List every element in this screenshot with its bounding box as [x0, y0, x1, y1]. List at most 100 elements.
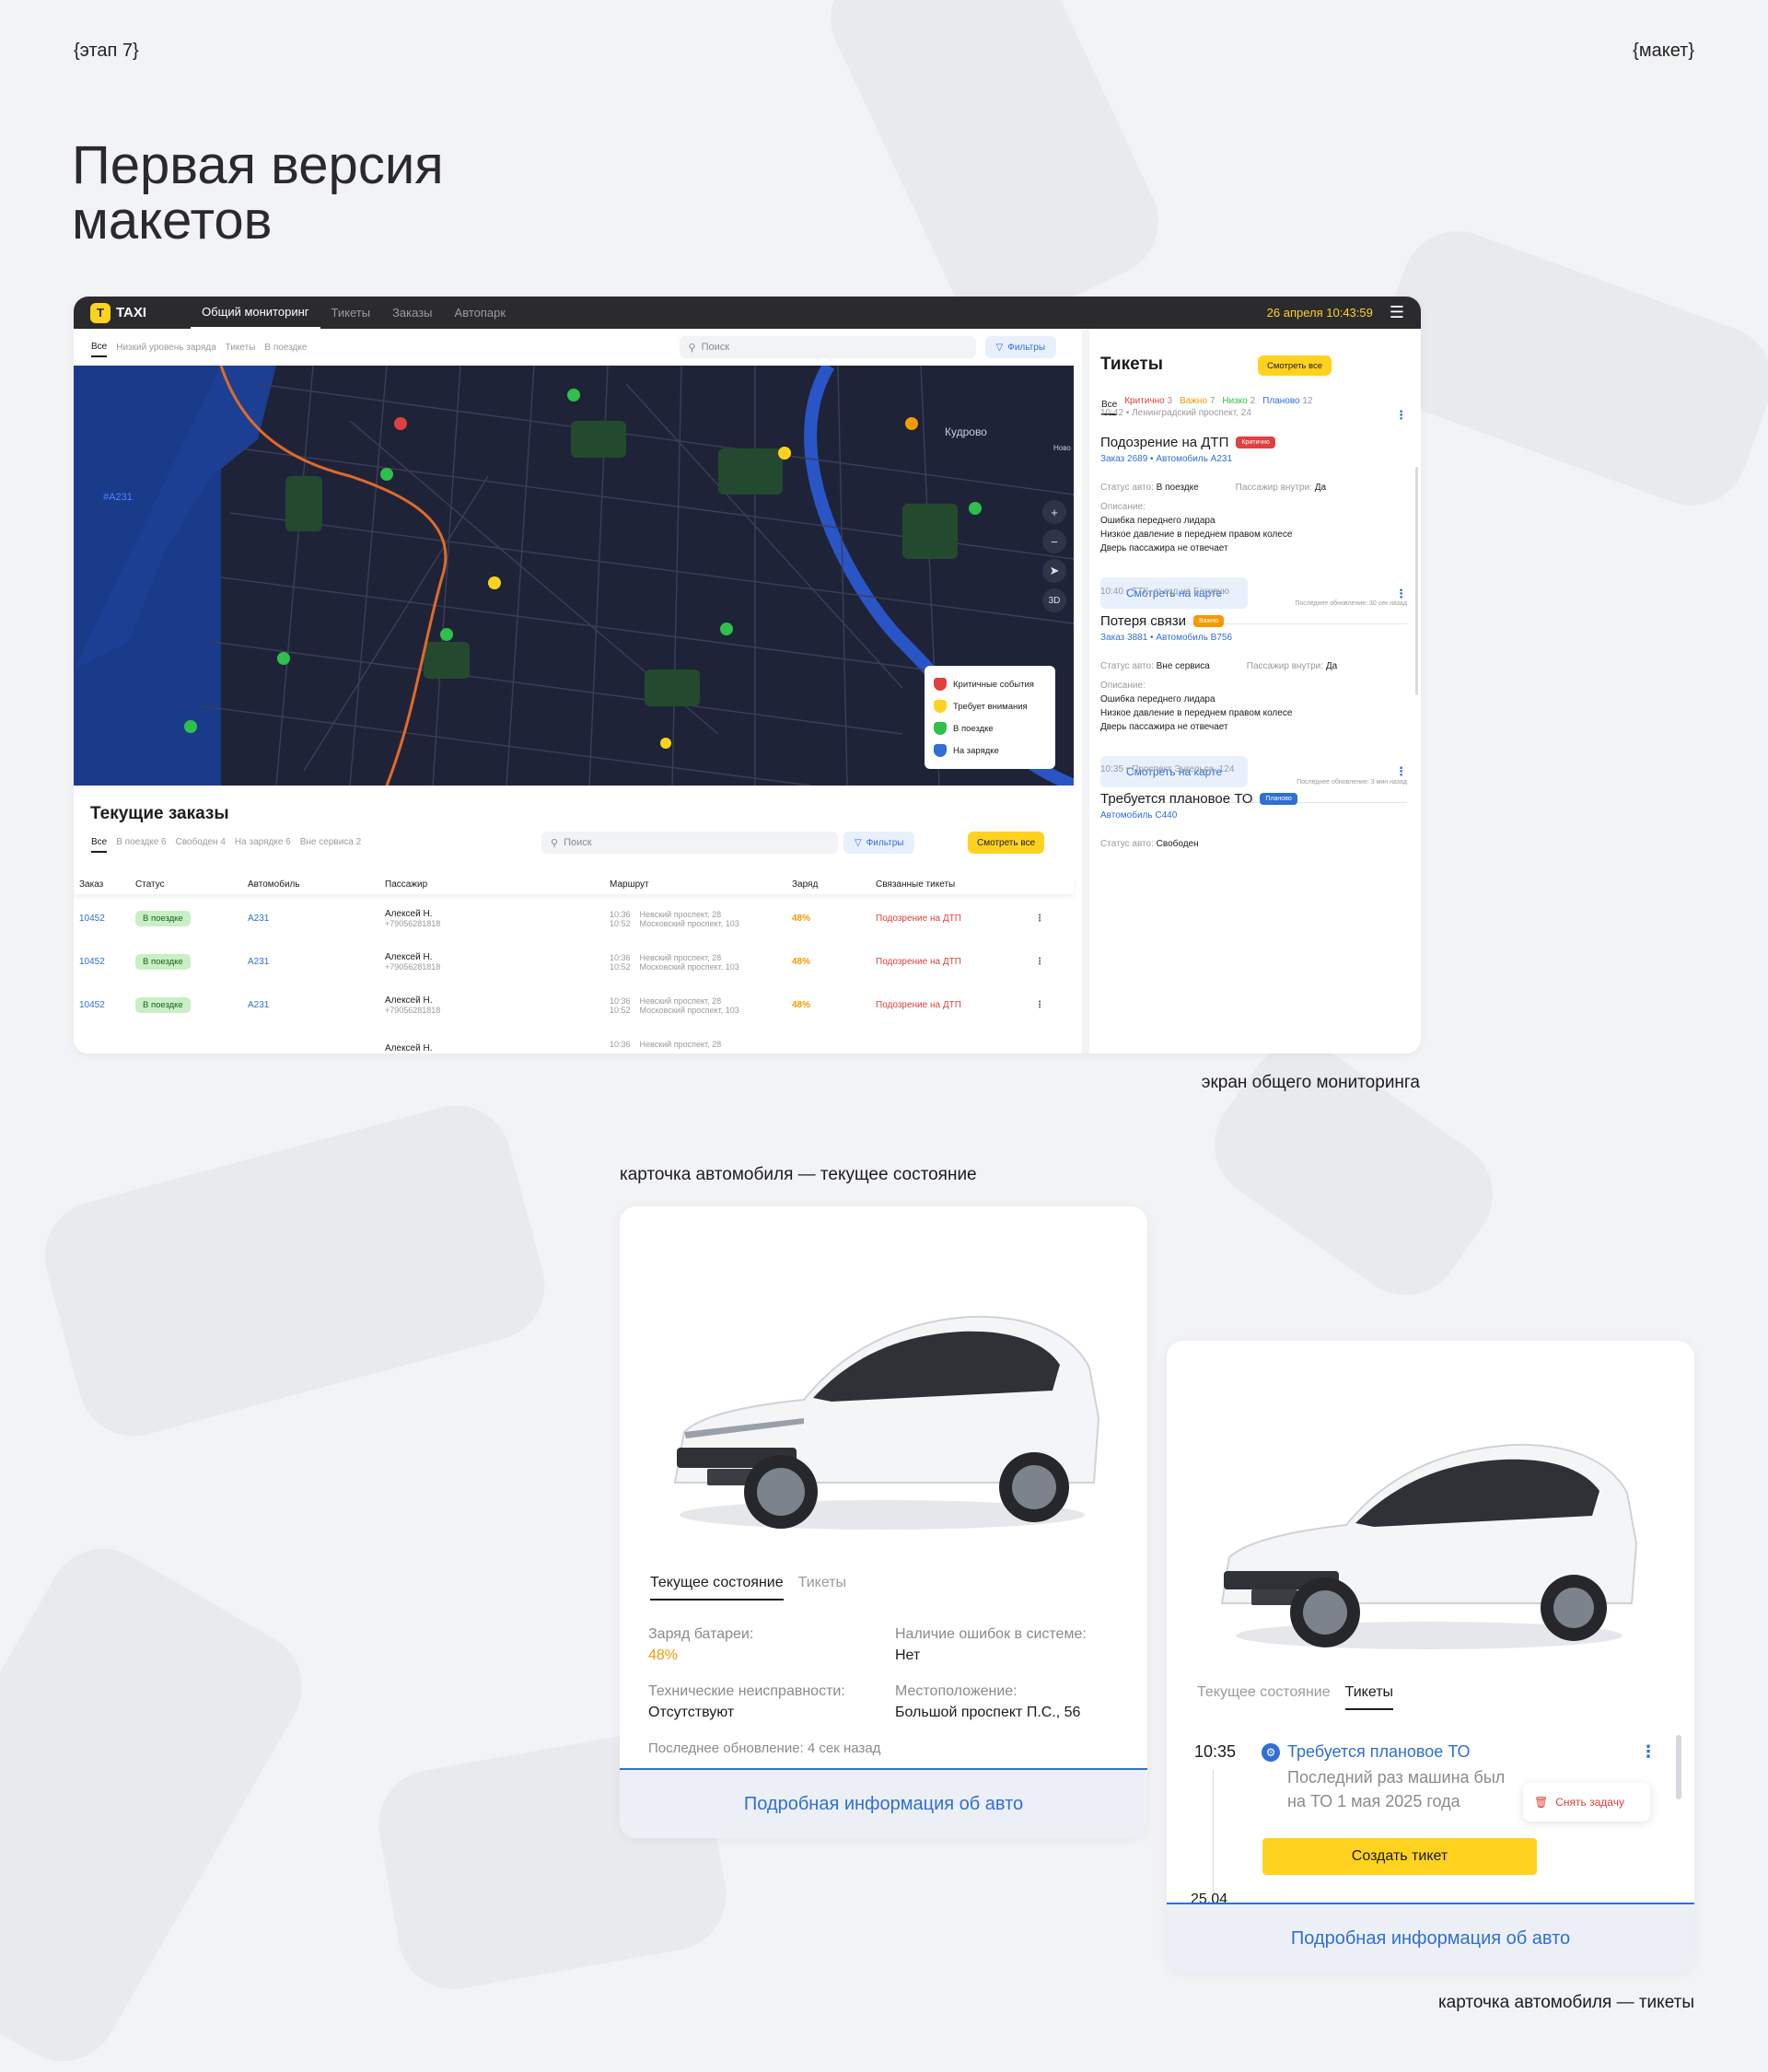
planned-icon: ⚙: [1262, 1743, 1280, 1762]
more-icon[interactable]: ⋮: [1035, 940, 1044, 984]
orders-view-all-button[interactable]: Смотреть все: [968, 832, 1045, 854]
map-tab-all[interactable]: Все: [91, 338, 108, 357]
card-tickets-caption: карточка автомобиля — тикеты: [1437, 1993, 1694, 2012]
more-icon[interactable]: ⋮: [1640, 1742, 1657, 1762]
ride-pin: [380, 468, 393, 481]
3d-button[interactable]: 3D: [1042, 588, 1066, 612]
create-ticket-button[interactable]: Создать тикет: [1262, 1838, 1537, 1875]
taxi-logo[interactable]: T TAXI: [90, 302, 146, 323]
priority-badge: Важно: [1192, 615, 1224, 627]
menu-icon[interactable]: ☰: [1390, 303, 1404, 322]
orders-tab[interactable]: Все: [91, 833, 108, 853]
status-badge: В поездке: [135, 997, 191, 1013]
order-cell[interactable]: 10452: [79, 984, 105, 1027]
datetime: 26 апреля 10:43:59: [1266, 306, 1373, 320]
tab-current-state[interactable]: Текущее состояние: [1197, 1684, 1331, 1710]
filters-label: Фильтры: [1007, 342, 1045, 353]
tab-tickets[interactable]: Тикеты: [1344, 1684, 1394, 1710]
nav-tickets[interactable]: Тикеты: [320, 297, 382, 329]
tab-tickets[interactable]: Тикеты: [798, 1575, 846, 1601]
remove-task-menu-item[interactable]: 🗑 Снять задачу: [1523, 1783, 1650, 1822]
ticket-status: Статус авто: Свободен: [1100, 839, 1407, 849]
orders-tab[interactable]: Вне сервиса 2: [300, 833, 361, 853]
ticket-card[interactable]: 10:35 • Проспект Энгельса, 124 ⋮ Требуется…: [1100, 764, 1407, 849]
route-cell: 10:36 Невский проспект, 28 10:52 Московский…: [610, 940, 739, 984]
ticket-meta: 10:40 • ТТК, съезд на Беговую: [1100, 587, 1229, 597]
zoom-out-button[interactable]: −: [1042, 530, 1066, 553]
nav-monitoring[interactable]: Общий мониторинг: [191, 297, 320, 329]
order-cell[interactable]: 10452: [79, 940, 105, 984]
orders-search-input[interactable]: ⚲ Поиск: [541, 832, 838, 854]
charging-icon: [934, 744, 947, 757]
ticket-cell[interactable]: Подозрение на ДТП: [876, 940, 961, 984]
ticket-cell[interactable]: Подозрение на ДТП: [876, 897, 961, 940]
car-cell[interactable]: A231: [248, 984, 269, 1027]
map-tab-tickets[interactable]: Тикеты: [226, 339, 256, 356]
more-icon[interactable]: ⋮: [1395, 408, 1407, 423]
legend-label: В поездке: [953, 723, 994, 734]
table-row[interactable]: Алексей Н. 10:36 Невский проспект, 28: [74, 1027, 1074, 1054]
description-line: Ошибка переднего лидара: [1100, 516, 1216, 526]
ticket-name: Потеря связи: [1100, 613, 1186, 629]
tickets-scrollbar[interactable]: [1415, 467, 1418, 695]
ticket-meta: 10:35 • Проспект Энгельса, 124: [1100, 764, 1235, 774]
ticket-link[interactable]: Заказ 3881 • Автомобиль B756: [1100, 633, 1407, 643]
route-time: 10:36: [610, 952, 631, 962]
errors-value: Нет: [895, 1647, 921, 1663]
attention-pin: [778, 447, 791, 460]
route-address: Невский проспект, 28: [639, 952, 722, 962]
orders-title: Текущие заказы: [90, 804, 229, 823]
car-image: [1220, 1443, 1638, 1649]
route-address: Невский проспект, 28: [639, 995, 722, 1006]
zoom-in-button[interactable]: +: [1042, 500, 1066, 524]
page-title-line-2: макетов: [72, 191, 273, 250]
table-row[interactable]: 10452 В поездке A231 Алексей Н. +79056281818…: [74, 940, 1074, 984]
car-details-button[interactable]: Подробная информация об авто: [620, 1768, 1147, 1838]
car-cell[interactable]: A231: [248, 940, 269, 984]
orders-tab[interactable]: В поездке 6: [116, 833, 166, 853]
map-legend: Критичные события Требует внимания В пое…: [925, 666, 1055, 769]
orders-tab[interactable]: На зарядке 6: [235, 833, 291, 853]
table-row[interactable]: 10452 В поездке A231 Алексей Н. +79056281818…: [74, 897, 1074, 940]
trash-icon: 🗑: [1534, 1796, 1549, 1809]
ticket-scrollbar[interactable]: [1676, 1735, 1681, 1799]
ticket-title: Требуется плановое ТО Планово: [1100, 791, 1407, 807]
tab-current-state[interactable]: Текущее состояние: [650, 1575, 784, 1601]
map-filters-button[interactable]: ▽ Фильтры: [984, 336, 1056, 358]
car-cell[interactable]: A231: [248, 897, 269, 940]
order-cell[interactable]: 10452: [79, 897, 105, 940]
ticket-name[interactable]: Требуется плановое ТО: [1287, 1742, 1471, 1762]
last-update: Последнее обновление: 4 сек назад: [648, 1740, 881, 1756]
ticket-title: Подозрение на ДТП Критично: [1100, 435, 1407, 450]
table-row[interactable]: 10452 В поездке A231 Алексей Н. +79056281818…: [74, 984, 1074, 1027]
tickets-view-all-button[interactable]: Смотреть все: [1258, 355, 1332, 376]
ticket-cell[interactable]: Подозрение на ДТП: [876, 984, 961, 1027]
orders-filters-button[interactable]: ▽ Фильтры: [843, 832, 915, 854]
main-nav: Общий мониторинг Тикеты Заказы Автопарк: [191, 297, 517, 329]
map-label-car: #A231: [103, 492, 133, 503]
map-tab-in-ride[interactable]: В поездке: [264, 339, 307, 356]
more-icon[interactable]: ⋮: [1395, 587, 1407, 601]
column-header: Заряд: [792, 879, 819, 890]
status-badge: В поездке: [135, 911, 191, 926]
more-icon[interactable]: ⋮: [1395, 764, 1407, 779]
ticket-link[interactable]: Автомобиль C440: [1100, 810, 1407, 821]
nav-fleet[interactable]: Автопарк: [444, 297, 518, 329]
more-icon[interactable]: ⋮: [1035, 984, 1044, 1027]
layout-label: {макет}: [1633, 41, 1694, 61]
more-icon[interactable]: ⋮: [1035, 897, 1044, 940]
battery-value: 48%: [648, 1647, 679, 1663]
status-cell: В поездке: [135, 984, 191, 1027]
map-tab-low-charge[interactable]: Низкий уровень заряда: [116, 339, 215, 356]
page-title-line-1: Первая версия: [72, 135, 444, 195]
car-details-button[interactable]: Подробная информация об авто: [1167, 1903, 1694, 1973]
city-map[interactable]: Кудрово #A231 Ново + − ➤ 3D Критичные со…: [74, 366, 1074, 786]
orders-tab[interactable]: Свободен 4: [176, 833, 226, 853]
route-address: Московский проспект, 103: [639, 961, 739, 972]
status-cell: В поездке: [135, 897, 191, 940]
map-search-input[interactable]: ⚲ Поиск: [679, 336, 976, 358]
nav-orders[interactable]: Заказы: [381, 297, 443, 329]
ticket-link[interactable]: Заказ 2689 • Автомобиль A231: [1100, 454, 1407, 464]
ticket-description: Описание: Ошибка переднего лидара Низкое д…: [1100, 500, 1407, 555]
locate-icon[interactable]: ➤: [1042, 559, 1066, 583]
